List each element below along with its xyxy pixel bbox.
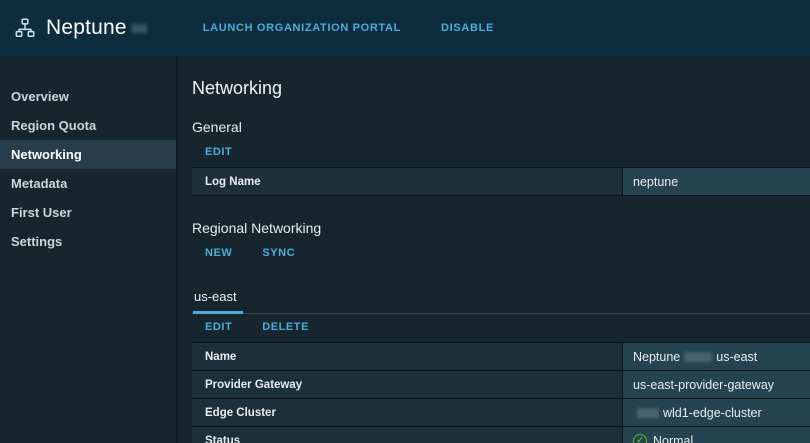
general-section-heading: General [192,119,242,135]
table-row: Provider Gateway us-east-provider-gatewa… [192,371,810,399]
app-header: Neptune LAUNCH ORGANIZATION PORTAL DISAB… [0,0,810,56]
sidebar: Overview Region Quota Networking Metadat… [0,56,178,443]
regional-sync-button[interactable]: SYNC [262,247,295,259]
table-row: Name Neptune us-east [192,343,810,371]
app-title: Neptune [46,16,127,39]
header-actions: LAUNCH ORGANIZATION PORTAL DISABLE [203,22,494,34]
edge-cluster-value-text: wld1-edge-cluster [663,405,762,420]
provider-gateway-label: Provider Gateway [192,371,622,398]
redacted-text [684,351,713,362]
name-label: Name [192,343,622,370]
name-value: Neptune us-east [622,343,810,370]
launch-organization-portal-button[interactable]: LAUNCH ORGANIZATION PORTAL [203,22,401,34]
provider-gateway-value: us-east-provider-gateway [622,371,810,398]
status-value: ✓ Normal [622,427,810,443]
check-circle-icon: ✓ [633,433,647,443]
sidebar-item-first-user[interactable]: First User [0,198,176,227]
sidebar-item-settings[interactable]: Settings [0,227,176,256]
status-label: Status [192,427,622,443]
app-logo: Neptune [14,16,147,40]
status-badge: Normal [653,433,694,443]
general-edit-button[interactable]: EDIT [205,146,232,158]
sidebar-item-region-quota[interactable]: Region Quota [0,111,176,140]
table-row: Edge Cluster wld1-edge-cluster [192,399,810,427]
table-row: Log Name neptune [192,168,810,196]
region-tabbar: us-east [192,284,810,314]
sidebar-item-metadata[interactable]: Metadata [0,169,176,198]
log-name-label: Log Name [192,168,622,195]
page-title: Networking [192,78,283,98]
region-edit-button[interactable]: EDIT [205,321,232,333]
disable-button[interactable]: DISABLE [441,22,494,34]
regional-actions: NEW SYNC [192,240,810,268]
edge-cluster-value: wld1-edge-cluster [622,399,810,426]
region-tab-actions: EDIT DELETE [192,314,810,342]
main-content: Networking General EDIT Log Name neptune… [178,56,810,443]
general-table: Log Name neptune [192,167,810,196]
tab-us-east[interactable]: us-east [193,284,243,314]
table-row: Status ✓ Normal [192,427,810,443]
name-value-prefix: Neptune [633,349,681,364]
region-delete-button[interactable]: DELETE [262,321,309,333]
regional-new-button[interactable]: NEW [205,247,232,259]
edge-cluster-label: Edge Cluster [192,399,622,426]
sidebar-item-networking[interactable]: Networking [0,140,176,169]
general-actions: EDIT [192,139,810,167]
name-value-suffix: us-east [716,349,758,364]
sidebar-item-overview[interactable]: Overview [0,82,176,111]
redacted-text [637,407,659,418]
log-name-value: neptune [622,168,810,195]
regional-networking-heading: Regional Networking [192,220,322,236]
app-title-redacted-text [130,23,147,33]
region-table: Name Neptune us-east Provider Gateway us… [192,342,810,443]
org-chart-icon [14,17,36,39]
